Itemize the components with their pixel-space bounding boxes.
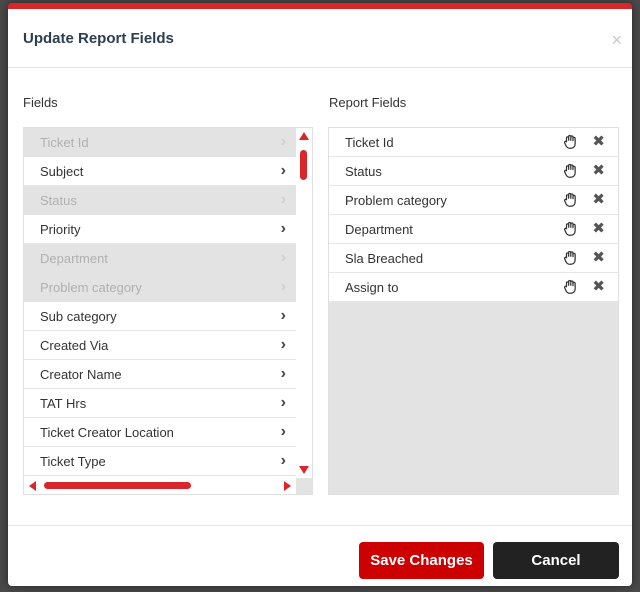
field-item[interactable]: Sub category › (24, 302, 296, 331)
field-item-label: Priority (40, 222, 81, 237)
field-item[interactable]: Subject › (24, 157, 296, 186)
field-item-label: Status (40, 193, 77, 208)
remove-icon[interactable]: ✖ (592, 192, 605, 207)
report-field-label: Department (345, 222, 413, 237)
field-item: Department › (24, 244, 296, 273)
remove-icon[interactable]: ✖ (592, 279, 605, 294)
report-field-label: Problem category (345, 193, 447, 208)
vertical-scroll-thumb[interactable] (300, 150, 307, 180)
report-field-label: Status (345, 164, 382, 179)
save-changes-button[interactable]: Save Changes (359, 542, 484, 579)
report-field-item[interactable]: Assign to ✖ (329, 273, 618, 302)
field-item-label: Ticket Type (40, 454, 106, 469)
field-item-label: Sub category (40, 309, 117, 324)
report-field-label: Ticket Id (345, 135, 394, 150)
dialog-footer: Save Changes Cancel (8, 525, 632, 586)
report-fields-list[interactable]: Ticket Id ✖ Status ✖ Problem category ✖ Depart… (329, 128, 618, 302)
report-field-item[interactable]: Ticket Id ✖ (329, 128, 618, 157)
report-field-label: Sla Breached (345, 251, 424, 266)
field-item[interactable]: Ticket Creator Location › (24, 418, 296, 447)
dialog-title: Update Report Fields (23, 30, 174, 47)
field-item: Status › (24, 186, 296, 215)
field-item: Ticket Id › (24, 128, 296, 157)
fields-list-box: Ticket Id › Subject › Status › Priority › Depart… (23, 127, 313, 495)
field-item-label: Department (40, 251, 108, 266)
scroll-right-arrow-icon[interactable] (284, 481, 291, 491)
close-icon[interactable]: × (611, 31, 622, 49)
field-item[interactable]: Creator Name › (24, 360, 296, 389)
report-fields-box: Ticket Id ✖ Status ✖ Problem category ✖ Depart… (328, 127, 619, 495)
horizontal-scroll-thumb[interactable] (44, 482, 191, 489)
field-item-label: Subject (40, 164, 84, 179)
drag-hand-icon[interactable] (562, 278, 580, 296)
remove-icon[interactable]: ✖ (592, 221, 605, 236)
chevron-right-icon[interactable]: › (281, 308, 286, 324)
chevron-right-icon[interactable]: › (281, 366, 286, 382)
chevron-right-icon: › (280, 133, 286, 150)
fields-label: Fields (23, 95, 58, 110)
drag-hand-icon[interactable] (562, 162, 580, 180)
chevron-right-icon[interactable]: › (281, 163, 286, 179)
dialog-header: Update Report Fields × (8, 9, 632, 68)
scroll-up-arrow-icon[interactable] (299, 132, 309, 140)
chevron-right-icon: › (280, 278, 286, 295)
remove-icon[interactable]: ✖ (592, 250, 605, 265)
field-item-label: Ticket Creator Location (40, 425, 174, 440)
field-item[interactable]: Created Via › (24, 331, 296, 360)
field-item-label: Created Via (40, 338, 109, 353)
scroll-down-arrow-icon[interactable] (299, 466, 309, 474)
chevron-right-icon[interactable]: › (281, 221, 286, 237)
field-item-label: Problem category (40, 280, 142, 295)
report-field-item[interactable]: Department ✖ (329, 215, 618, 244)
report-fields-label: Report Fields (329, 95, 407, 110)
field-item[interactable]: TAT Hrs › (24, 389, 296, 418)
horizontal-scrollbar[interactable] (24, 476, 296, 494)
report-field-label: Assign to (345, 280, 399, 295)
chevron-right-icon: › (280, 249, 286, 266)
chevron-right-icon: › (280, 191, 286, 208)
scroll-left-arrow-icon[interactable] (29, 481, 36, 491)
field-item-label: TAT Hrs (40, 396, 87, 411)
field-item[interactable]: Priority › (24, 215, 296, 244)
chevron-right-icon[interactable]: › (281, 453, 286, 469)
chevron-right-icon[interactable]: › (281, 337, 286, 353)
remove-icon[interactable]: ✖ (592, 134, 605, 149)
drag-hand-icon[interactable] (562, 133, 580, 151)
remove-icon[interactable]: ✖ (592, 163, 605, 178)
vertical-scrollbar[interactable] (296, 128, 312, 478)
field-item: Problem category › (24, 273, 296, 302)
update-report-fields-dialog: Update Report Fields × Fields Report Fie… (8, 3, 632, 586)
field-item-label: Ticket Id (40, 135, 89, 150)
drag-hand-icon[interactable] (562, 191, 580, 209)
report-field-item[interactable]: Problem category ✖ (329, 186, 618, 215)
drag-hand-icon[interactable] (562, 220, 580, 238)
report-field-item[interactable]: Status ✖ (329, 157, 618, 186)
fields-list[interactable]: Ticket Id › Subject › Status › Priority › Depart… (24, 128, 296, 478)
chevron-right-icon[interactable]: › (281, 424, 286, 440)
field-item[interactable]: Ticket Type › (24, 447, 296, 476)
report-field-item[interactable]: Sla Breached ✖ (329, 244, 618, 273)
chevron-right-icon[interactable]: › (281, 395, 286, 411)
field-item-label: Creator Name (40, 367, 122, 382)
cancel-button[interactable]: Cancel (493, 542, 619, 579)
drag-hand-icon[interactable] (562, 249, 580, 267)
